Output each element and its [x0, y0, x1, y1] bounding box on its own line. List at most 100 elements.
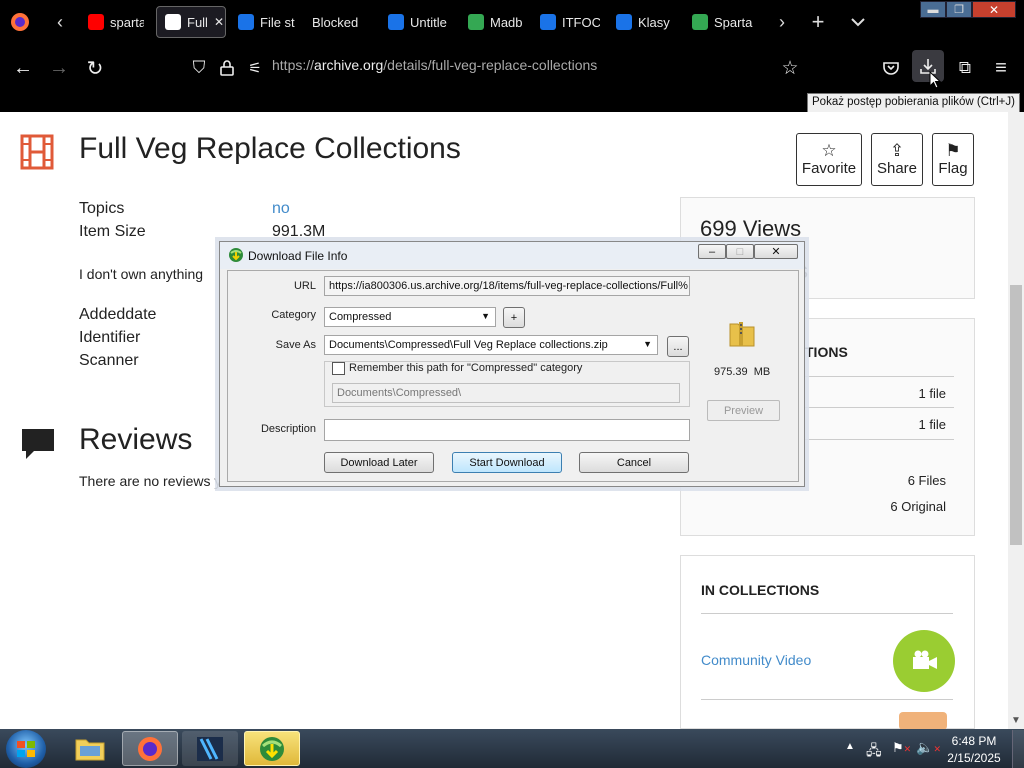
community-video-thumbnail-icon[interactable] [893, 630, 955, 692]
tab-label: Madb [490, 14, 523, 30]
collection-thumbnail-icon[interactable] [899, 712, 947, 730]
forward-arrow-icon[interactable]: → [44, 54, 74, 82]
tab-0[interactable]: sparta [80, 6, 144, 38]
scroll-tabs-left-icon[interactable]: ‹ [48, 10, 72, 34]
new-tab-plus-icon[interactable]: + [806, 9, 830, 34]
tab-label: Sparta [714, 14, 753, 30]
scroll-down-arrow-icon[interactable]: ▼ [1008, 712, 1024, 728]
menu-hamburger-icon[interactable]: ≡ [986, 54, 1016, 82]
save-as-value: Documents\Compressed\Full Veg Replace co… [329, 339, 608, 351]
tab-label: sparta [110, 14, 144, 30]
save-as-label: Save As [275, 339, 316, 351]
extensions-icon[interactable]: ⧉ [950, 54, 980, 82]
topics-value-link[interactable]: no [272, 200, 290, 218]
remember-path-checkbox[interactable] [332, 362, 345, 375]
tab-favicon-icon [468, 14, 484, 30]
tab-2[interactable]: File st [230, 6, 296, 38]
page-scrollbar-thumb[interactable] [1010, 285, 1022, 545]
taskbar-firefox-icon[interactable] [122, 731, 178, 766]
shield-icon[interactable]: ⛉ [184, 54, 214, 82]
show-desktop-button[interactable] [1012, 730, 1024, 768]
files-total-link[interactable]: 6 Files [908, 473, 946, 488]
category-value: Compressed [329, 311, 392, 323]
browse-button[interactable]: ... [667, 336, 689, 357]
collections-card: IN COLLECTIONS Community Video [680, 555, 975, 730]
url-path: /details/full-veg-replace-collections [383, 57, 598, 73]
clock-time[interactable]: 6:48 PM [944, 734, 1004, 748]
cancel-button[interactable]: Cancel [579, 452, 689, 473]
tab-bar: ‹ sparta Full ✕ File st Blocked Untitle Madb IT… [0, 0, 1024, 44]
favorite-button[interactable]: ☆ Favorite [796, 133, 862, 186]
tab-favicon-icon [88, 14, 104, 30]
maximize-window-button[interactable]: ❐ [946, 1, 972, 18]
tab-favicon-icon [692, 14, 708, 30]
tab-7[interactable]: Klasy [608, 6, 676, 38]
community-video-link[interactable]: Community Video [701, 652, 811, 668]
dialog-minimize-button[interactable]: – [698, 244, 726, 259]
topics-label: Topics [79, 200, 125, 217]
tab-3[interactable]: Blocked [304, 6, 374, 38]
flag-button[interactable]: ⚑ Flag [932, 133, 974, 186]
network-icon[interactable]: 🖧 [866, 740, 882, 764]
tab-5[interactable]: Madb [460, 6, 524, 38]
dialog-maximize-button[interactable]: □ [726, 244, 754, 259]
item-size-value: 991.3M [272, 223, 326, 240]
scanner-label: Scanner [79, 352, 139, 369]
dropdown-arrow-icon: ▼ [481, 311, 490, 321]
tab-4[interactable]: Untitle [380, 6, 452, 38]
download-file-info-dialog: Download File Info – □ ✕ URL https://ia8… [219, 241, 805, 487]
tab-1[interactable]: Full ✕ [156, 6, 226, 38]
file-row-count[interactable]: 1 file [919, 386, 946, 401]
reviews-heading: Reviews [79, 423, 193, 456]
views-count: 699 Views [700, 216, 802, 241]
taskbar-internet-download-manager-icon[interactable] [244, 731, 300, 766]
pocket-icon[interactable] [876, 54, 906, 82]
file-row-count[interactable]: 1 file [919, 417, 946, 432]
clock-date[interactable]: 2/15/2025 [944, 751, 1004, 765]
tab-8[interactable]: Sparta [684, 6, 756, 38]
permissions-icon[interactable]: ⚟ [240, 54, 270, 82]
category-select[interactable]: Compressed ▼ [324, 307, 496, 327]
lock-icon[interactable] [212, 54, 242, 82]
identifier-label: Identifier [79, 329, 141, 346]
address-bar-url[interactable]: https://archive.org/details/full-veg-rep… [272, 57, 597, 73]
addeddate-label: Addeddate [79, 306, 157, 323]
page-title: Full Veg Replace Collections [79, 132, 461, 165]
start-download-button[interactable]: Start Download [452, 452, 562, 473]
add-category-button[interactable]: + [503, 307, 525, 328]
start-orb-button[interactable] [6, 730, 46, 768]
close-window-button[interactable]: ✕ [972, 1, 1016, 18]
category-label: Category [271, 309, 316, 321]
action-center-flag-icon[interactable]: ⚑✕ [892, 740, 911, 756]
share-button[interactable]: ⇪ Share [871, 133, 923, 186]
flag-label: Flag [938, 160, 968, 177]
volume-muted-icon[interactable]: 🔈✕ [916, 739, 941, 756]
back-arrow-icon[interactable]: ← [8, 54, 38, 82]
save-as-combobox[interactable]: Documents\Compressed\Full Veg Replace co… [324, 335, 658, 355]
url-field[interactable]: https://ia800306.us.archive.org/18/items… [324, 276, 690, 296]
url-domain: archive.org [314, 57, 384, 73]
show-hidden-icons-arrow[interactable]: ▲ [845, 741, 855, 752]
reload-icon[interactable]: ↻ [80, 54, 110, 82]
download-later-button[interactable]: Download Later [324, 452, 434, 473]
divider [701, 699, 953, 700]
favorite-label: Favorite [801, 160, 857, 177]
star-icon: ☆ [821, 141, 837, 160]
scroll-tabs-right-icon[interactable]: › [770, 10, 794, 34]
bookmark-star-icon[interactable]: ☆ [775, 54, 805, 82]
tab-6[interactable]: ITFOC [532, 6, 600, 38]
taskbar-explorer-folder-icon[interactable] [62, 731, 118, 766]
files-original-link[interactable]: 6 Original [890, 499, 946, 514]
description-label: Description [260, 423, 316, 435]
dialog-close-button[interactable]: ✕ [754, 244, 798, 259]
list-all-tabs-chevron-icon[interactable] [846, 10, 870, 34]
description-input[interactable] [324, 419, 690, 441]
tab-favicon-icon [238, 14, 254, 30]
close-tab-icon[interactable]: ✕ [214, 15, 224, 29]
minimize-window-button[interactable]: ▬ [920, 1, 946, 18]
firefox-view-icon[interactable] [8, 10, 32, 34]
remember-path-label: Remember this path for "Compressed" cate… [347, 362, 585, 374]
tab-label: File st [260, 14, 295, 30]
taskbar-video-app-icon[interactable] [182, 731, 238, 766]
tab-label: Blocked [312, 14, 359, 30]
